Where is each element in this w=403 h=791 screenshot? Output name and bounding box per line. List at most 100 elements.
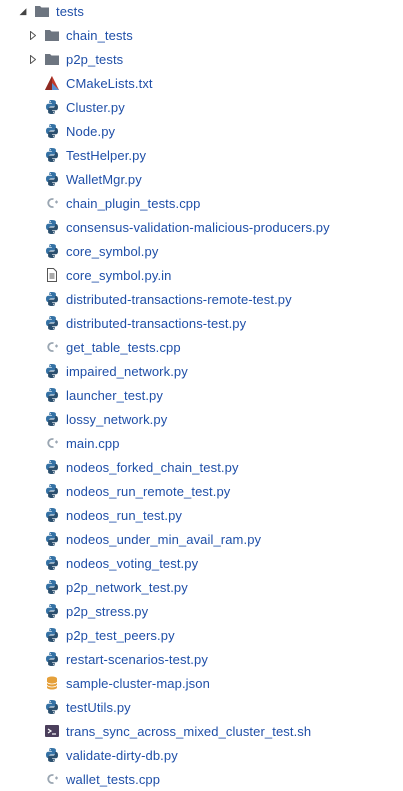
file-row[interactable]: TestHelper.py (0, 143, 403, 167)
file-label: p2p_test_peers.py (66, 627, 175, 643)
file-label: lossy_network.py (66, 411, 168, 427)
folder-icon (44, 27, 60, 43)
file-label: chain_plugin_tests.cpp (66, 195, 201, 211)
file-row[interactable]: nodeos_voting_test.py (0, 551, 403, 575)
file-label: testUtils.py (66, 699, 131, 715)
python-icon (44, 699, 60, 715)
file-label: restart-scenarios-test.py (66, 651, 208, 667)
file-label: impaired_network.py (66, 363, 188, 379)
file-row[interactable]: nodeos_forked_chain_test.py (0, 455, 403, 479)
cpp-icon (44, 339, 60, 355)
file-row[interactable]: get_table_tests.cpp (0, 335, 403, 359)
file-row[interactable]: consensus-validation-malicious-producers… (0, 215, 403, 239)
python-icon (44, 171, 60, 187)
file-label: nodeos_run_test.py (66, 507, 182, 523)
file-row[interactable]: nodeos_under_min_avail_ram.py (0, 527, 403, 551)
file-label: distributed-transactions-test.py (66, 315, 247, 331)
tree-row-chain-tests[interactable]: chain_tests (0, 23, 403, 47)
file-row[interactable]: lossy_network.py (0, 407, 403, 431)
file-row[interactable]: sample-cluster-map.json (0, 671, 403, 695)
file-row[interactable]: WalletMgr.py (0, 167, 403, 191)
python-icon (44, 147, 60, 163)
folder-label: p2p_tests (66, 51, 124, 67)
file-label: nodeos_voting_test.py (66, 555, 199, 571)
file-row[interactable]: impaired_network.py (0, 359, 403, 383)
python-icon (44, 483, 60, 499)
file-row[interactable]: nodeos_run_remote_test.py (0, 479, 403, 503)
cpp-icon (44, 195, 60, 211)
file-label: main.cpp (66, 435, 120, 451)
file-label: WalletMgr.py (66, 171, 142, 187)
file-row[interactable]: chain_plugin_tests.cpp (0, 191, 403, 215)
file-label: nodeos_run_remote_test.py (66, 483, 231, 499)
file-row[interactable]: p2p_stress.py (0, 599, 403, 623)
file-label: sample-cluster-map.json (66, 675, 210, 691)
file-row[interactable]: nodeos_run_test.py (0, 503, 403, 527)
chevron-right-icon[interactable] (28, 47, 38, 71)
file-label: wallet_tests.cpp (66, 771, 161, 787)
file-label: launcher_test.py (66, 387, 163, 403)
folder-icon (34, 3, 50, 19)
folder-icon (44, 51, 60, 67)
file-label: trans_sync_across_mixed_cluster_test.sh (66, 723, 312, 739)
file-row[interactable]: p2p_network_test.py (0, 575, 403, 599)
file-label: CMakeLists.txt (66, 75, 153, 91)
cpp-icon (44, 771, 60, 787)
python-icon (44, 315, 60, 331)
tree-row-tests[interactable]: ◢ tests (0, 0, 403, 23)
file-row[interactable]: main.cpp (0, 431, 403, 455)
file-label: validate-dirty-db.py (66, 747, 178, 763)
python-icon (44, 219, 60, 235)
file-label: nodeos_under_min_avail_ram.py (66, 531, 262, 547)
file-row[interactable]: validate-dirty-db.py (0, 743, 403, 767)
file-row[interactable]: Node.py (0, 119, 403, 143)
file-row[interactable]: wallet_tests.cpp (0, 767, 403, 791)
python-icon (44, 411, 60, 427)
folder-label: chain_tests (66, 27, 133, 43)
file-row[interactable]: Cluster.py (0, 95, 403, 119)
python-icon (44, 747, 60, 763)
python-icon (44, 531, 60, 547)
file-row[interactable]: restart-scenarios-test.py (0, 647, 403, 671)
shell-icon (44, 723, 60, 739)
file-label: nodeos_forked_chain_test.py (66, 459, 239, 475)
file-row[interactable]: p2p_test_peers.py (0, 623, 403, 647)
python-icon (44, 555, 60, 571)
file-row[interactable]: distributed-transactions-test.py (0, 311, 403, 335)
file-row[interactable]: testUtils.py (0, 695, 403, 719)
python-icon (44, 243, 60, 259)
python-icon (44, 579, 60, 595)
chevron-expanded-icon[interactable]: ◢ (18, 0, 28, 23)
file-row[interactable]: core_symbol.py.in (0, 263, 403, 287)
file-row[interactable]: distributed-transactions-remote-test.py (0, 287, 403, 311)
file-row[interactable]: core_symbol.py (0, 239, 403, 263)
python-icon (44, 99, 60, 115)
cpp-icon (44, 435, 60, 451)
tree-row-p2p-tests[interactable]: p2p_tests (0, 47, 403, 71)
python-icon (44, 651, 60, 667)
file-label: Cluster.py (66, 99, 125, 115)
python-icon (44, 507, 60, 523)
file-label: get_table_tests.cpp (66, 339, 181, 355)
file-row[interactable]: CMakeLists.txt (0, 71, 403, 95)
file-label: core_symbol.py.in (66, 267, 172, 283)
file-label: consensus-validation-malicious-producers… (66, 219, 330, 235)
json-icon (44, 675, 60, 691)
file-explorer-tree: ◢ tests chain_tests p2p_tests CMakeLists… (0, 0, 403, 789)
cmake-icon (44, 75, 60, 91)
text-file-icon (44, 267, 60, 283)
file-label: p2p_network_test.py (66, 579, 188, 595)
chevron-right-icon[interactable] (28, 23, 38, 47)
python-icon (44, 627, 60, 643)
file-label: core_symbol.py (66, 243, 159, 259)
file-label: Node.py (66, 123, 116, 139)
file-row[interactable]: trans_sync_across_mixed_cluster_test.sh (0, 719, 403, 743)
file-label: TestHelper.py (66, 147, 147, 163)
file-row[interactable]: launcher_test.py (0, 383, 403, 407)
folder-label: tests (56, 3, 84, 19)
python-icon (44, 387, 60, 403)
file-label: p2p_stress.py (66, 603, 149, 619)
python-icon (44, 459, 60, 475)
python-icon (44, 123, 60, 139)
python-icon (44, 603, 60, 619)
